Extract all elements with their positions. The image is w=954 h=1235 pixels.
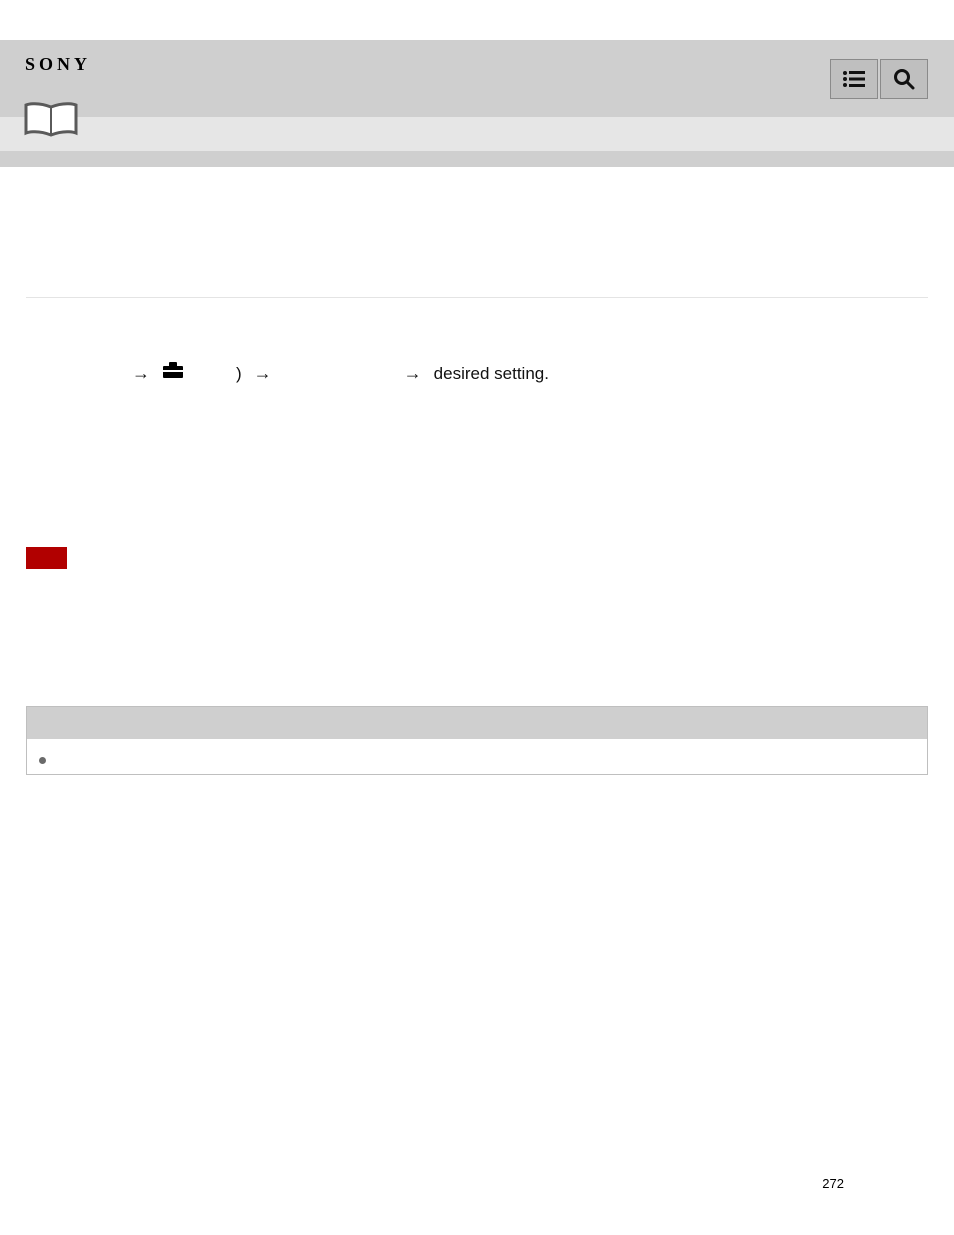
header-divider <box>0 151 954 167</box>
info-box-body <box>27 739 927 774</box>
instruction-tail: desired setting. <box>434 361 549 387</box>
top-margin <box>0 0 954 40</box>
arrow-icon: → <box>404 360 422 387</box>
note-flag <box>26 547 67 569</box>
instruction-line: → ) → → desired setting. <box>26 360 928 387</box>
close-paren: ) <box>236 361 242 387</box>
search-icon <box>893 68 915 90</box>
list-item <box>42 581 928 605</box>
note-list <box>14 581 928 676</box>
list-button[interactable] <box>830 59 878 99</box>
header-toolbar <box>830 59 928 99</box>
header-bar: SONY <box>0 40 954 117</box>
arrow-icon: → <box>132 360 150 387</box>
info-box-header <box>27 707 927 739</box>
list-item <box>42 605 928 629</box>
sub-header <box>0 117 954 151</box>
toolbox-icon <box>162 361 184 387</box>
bullet-icon <box>39 757 46 764</box>
info-box <box>26 706 928 775</box>
section-rule <box>26 297 928 298</box>
page-root: SONY <box>0 0 954 1235</box>
book-icon <box>22 101 80 137</box>
list-item <box>42 653 928 677</box>
page-number: 272 <box>822 1176 844 1191</box>
content-area: → ) → → desired setting. <box>0 167 954 775</box>
list-icon <box>843 71 865 87</box>
arrow-icon: → <box>254 360 272 387</box>
search-button[interactable] <box>880 59 928 99</box>
brand-logo: SONY <box>25 54 91 75</box>
